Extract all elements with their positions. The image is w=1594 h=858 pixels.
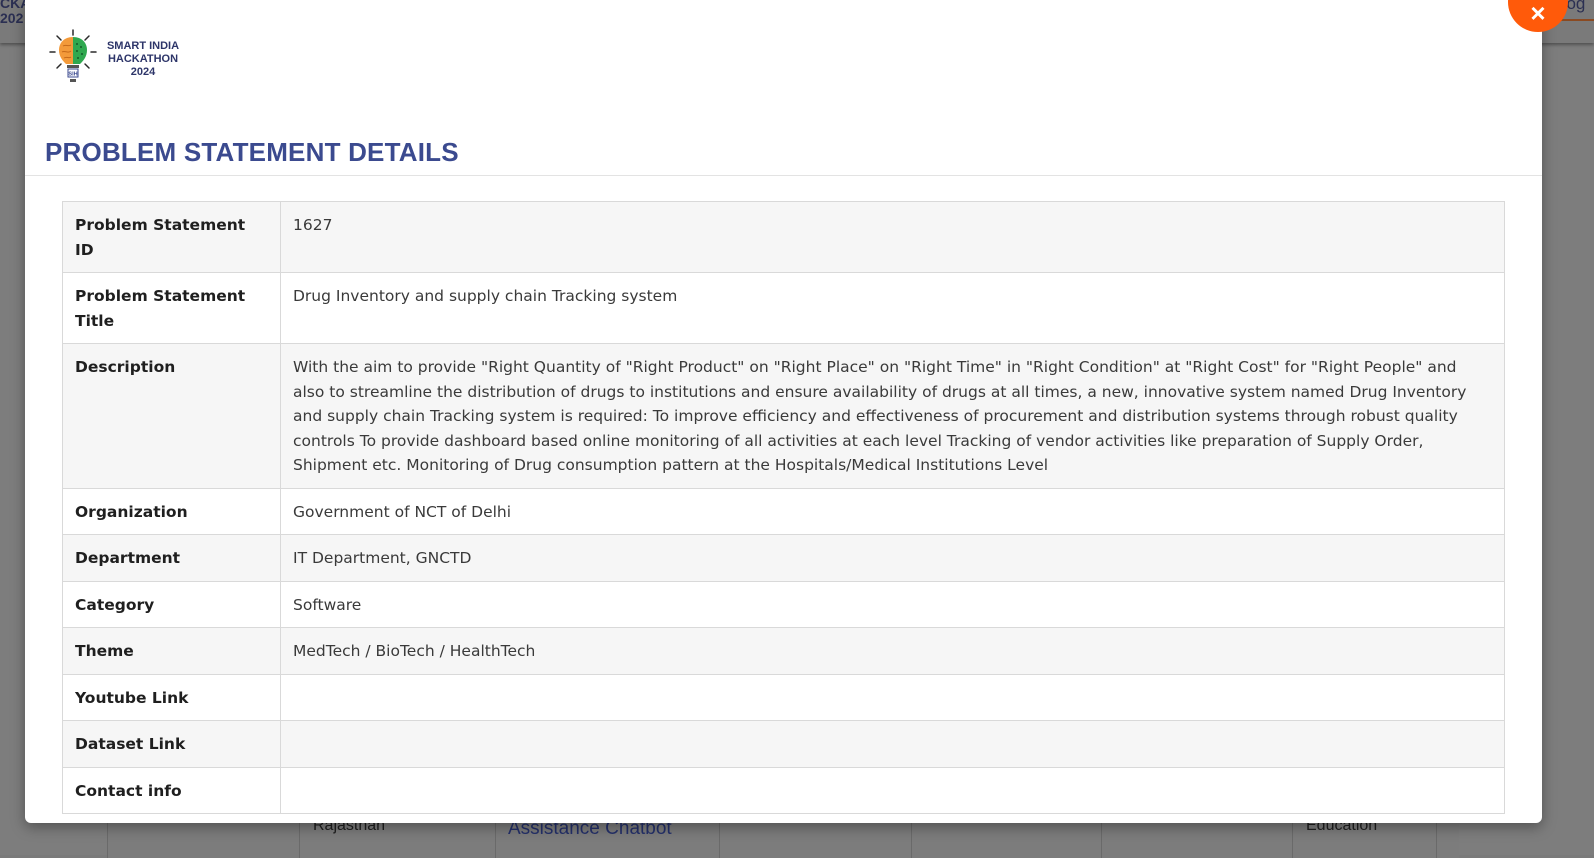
sih-logo-line3: 2024 [103, 66, 183, 79]
row-label-youtube: Youtube Link [63, 674, 281, 721]
table-row: Department IT Department, GNCTD [63, 535, 1505, 582]
table-row: Problem Statement ID 1627 [63, 202, 1505, 273]
close-button[interactable]: × [1508, 0, 1568, 32]
row-label-category: Category [63, 581, 281, 628]
details-table: Problem Statement ID 1627 Problem Statem… [62, 201, 1505, 814]
row-label-theme: Theme [63, 628, 281, 675]
row-value-id: 1627 [281, 202, 1505, 273]
row-label-id: Problem Statement ID [63, 202, 281, 273]
sih-logo-text: SMART INDIA HACKATHON 2024 [103, 40, 183, 79]
row-value-description: With the aim to provide "Right Quantity … [281, 344, 1505, 489]
sih-logo-line2: HACKATHON [103, 53, 183, 66]
sih-badge-text: SIH [68, 72, 77, 78]
sih-logo-line1: SMART INDIA [103, 40, 183, 53]
row-value-title: Drug Inventory and supply chain Tracking… [281, 273, 1505, 344]
row-label-dataset: Dataset Link [63, 721, 281, 768]
table-row: Theme MedTech / BioTech / HealthTech [63, 628, 1505, 675]
row-value-theme: MedTech / BioTech / HealthTech [281, 628, 1505, 675]
row-label-department: Department [63, 535, 281, 582]
table-row: Youtube Link [63, 674, 1505, 721]
row-value-dataset[interactable] [281, 721, 1505, 768]
row-value-youtube[interactable] [281, 674, 1505, 721]
row-value-contact [281, 767, 1505, 814]
row-label-description: Description [63, 344, 281, 489]
row-label-title: Problem Statement Title [63, 273, 281, 344]
title-divider [25, 175, 1542, 176]
table-row: Category Software [63, 581, 1505, 628]
problem-statement-modal: SIH SMART INDIA HACKATHON 2024 PROBLEM S… [25, 0, 1542, 823]
row-value-department: IT Department, GNCTD [281, 535, 1505, 582]
row-label-contact: Contact info [63, 767, 281, 814]
table-row: Contact info [63, 767, 1505, 814]
table-row: Problem Statement Title Drug Inventory a… [63, 273, 1505, 344]
table-row: Organization Government of NCT of Delhi [63, 488, 1505, 535]
row-value-organization: Government of NCT of Delhi [281, 488, 1505, 535]
modal-title: PROBLEM STATEMENT DETAILS [45, 137, 459, 168]
row-value-category: Software [281, 581, 1505, 628]
row-label-organization: Organization [63, 488, 281, 535]
close-icon[interactable]: × [1508, 0, 1568, 31]
table-row: Description With the aim to provide "Rig… [63, 344, 1505, 489]
sih-lightbulb-icon: SIH [49, 28, 109, 88]
table-row: Dataset Link [63, 721, 1505, 768]
